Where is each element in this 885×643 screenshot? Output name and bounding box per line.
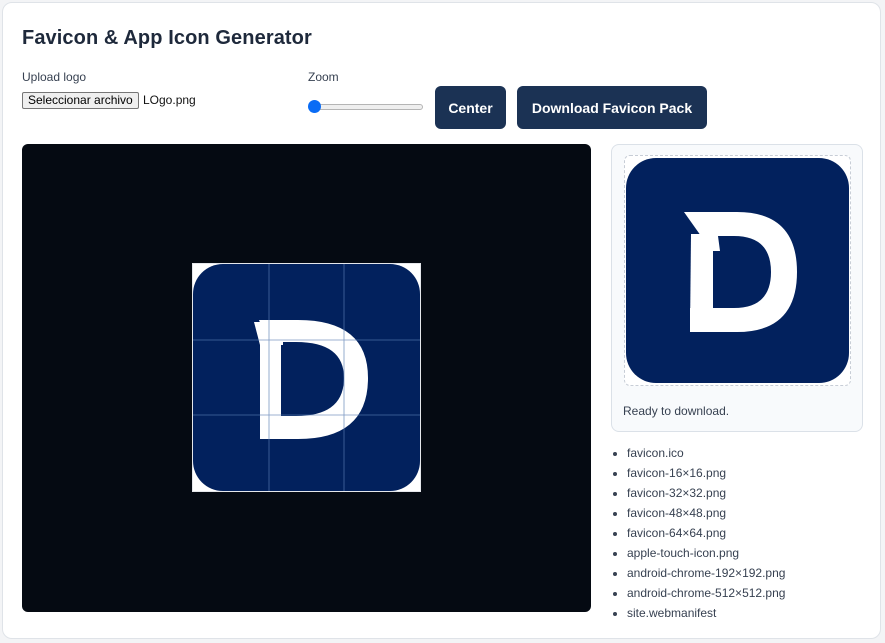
download-favicon-pack-button[interactable]: Download Favicon Pack <box>517 86 707 129</box>
list-item: android-chrome-512×512.png <box>627 586 785 606</box>
upload-label: Upload logo <box>22 70 87 84</box>
list-item: favicon-32×32.png <box>627 486 785 506</box>
zoom-slider[interactable] <box>309 104 423 110</box>
page-title: Favicon & App Icon Generator <box>22 27 312 49</box>
list-item: favicon-48×48.png <box>627 506 785 526</box>
letter-d-logo-icon <box>193 264 420 491</box>
list-item: favicon-16×16.png <box>627 466 785 486</box>
crop-canvas[interactable] <box>22 144 591 612</box>
preview-panel: Ready to download. <box>611 144 863 432</box>
zoom-label: Zoom <box>308 70 339 84</box>
center-button[interactable]: Center <box>435 86 506 129</box>
list-item: favicon.ico <box>627 446 785 466</box>
selected-file-name: LOgo.png <box>143 93 196 107</box>
list-item: favicon-64×64.png <box>627 526 785 546</box>
choose-file-button[interactable]: Seleccionar archivo <box>22 92 139 109</box>
status-text: Ready to download. <box>623 404 730 418</box>
list-item: site.webmanifest <box>627 606 785 626</box>
icon-preview <box>624 155 851 386</box>
list-item: apple-touch-icon.png <box>627 546 785 566</box>
list-item: android-chrome-192×192.png <box>627 566 785 586</box>
crop-area[interactable] <box>192 263 421 492</box>
zoom-slider-thumb[interactable] <box>308 100 321 113</box>
letter-d-logo-preview-icon <box>626 158 849 383</box>
output-file-list: favicon.ico favicon-16×16.png favicon-32… <box>611 446 785 626</box>
